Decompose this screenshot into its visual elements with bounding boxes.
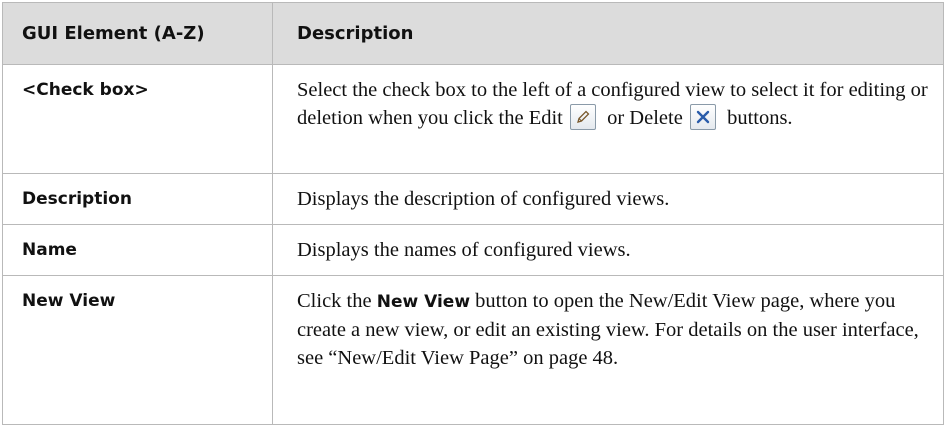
table-row: New View Click the New View button to op…	[2, 275, 944, 425]
element-name: Description	[2, 173, 273, 225]
table-row: Name Displays the names of configured vi…	[2, 224, 944, 276]
element-name: Name	[2, 224, 273, 276]
element-description: Displays the names of configured views.	[272, 224, 944, 276]
x-icon	[689, 104, 716, 130]
description-text: Click the	[297, 290, 372, 312]
gui-elements-table: GUI Element (A-Z) Description <Check box…	[2, 2, 944, 425]
description-text: or Delete	[607, 107, 683, 129]
element-description: Click the New View button to open the Ne…	[272, 275, 944, 425]
element-description: Displays the description of configured v…	[272, 173, 944, 225]
table-row: <Check box> Select the check box to the …	[2, 64, 944, 174]
table-header-row: GUI Element (A-Z) Description	[2, 2, 944, 65]
ui-term: New View	[376, 292, 471, 312]
element-description: Select the check box to the left of a co…	[272, 64, 944, 174]
description-text: buttons.	[727, 107, 793, 129]
column-header-gui-element: GUI Element (A-Z)	[2, 2, 273, 65]
element-name: New View	[2, 275, 273, 425]
column-header-description: Description	[272, 2, 944, 65]
table-row: Description Displays the description of …	[2, 173, 944, 225]
element-name: <Check box>	[2, 64, 273, 174]
pencil-icon	[569, 104, 596, 130]
